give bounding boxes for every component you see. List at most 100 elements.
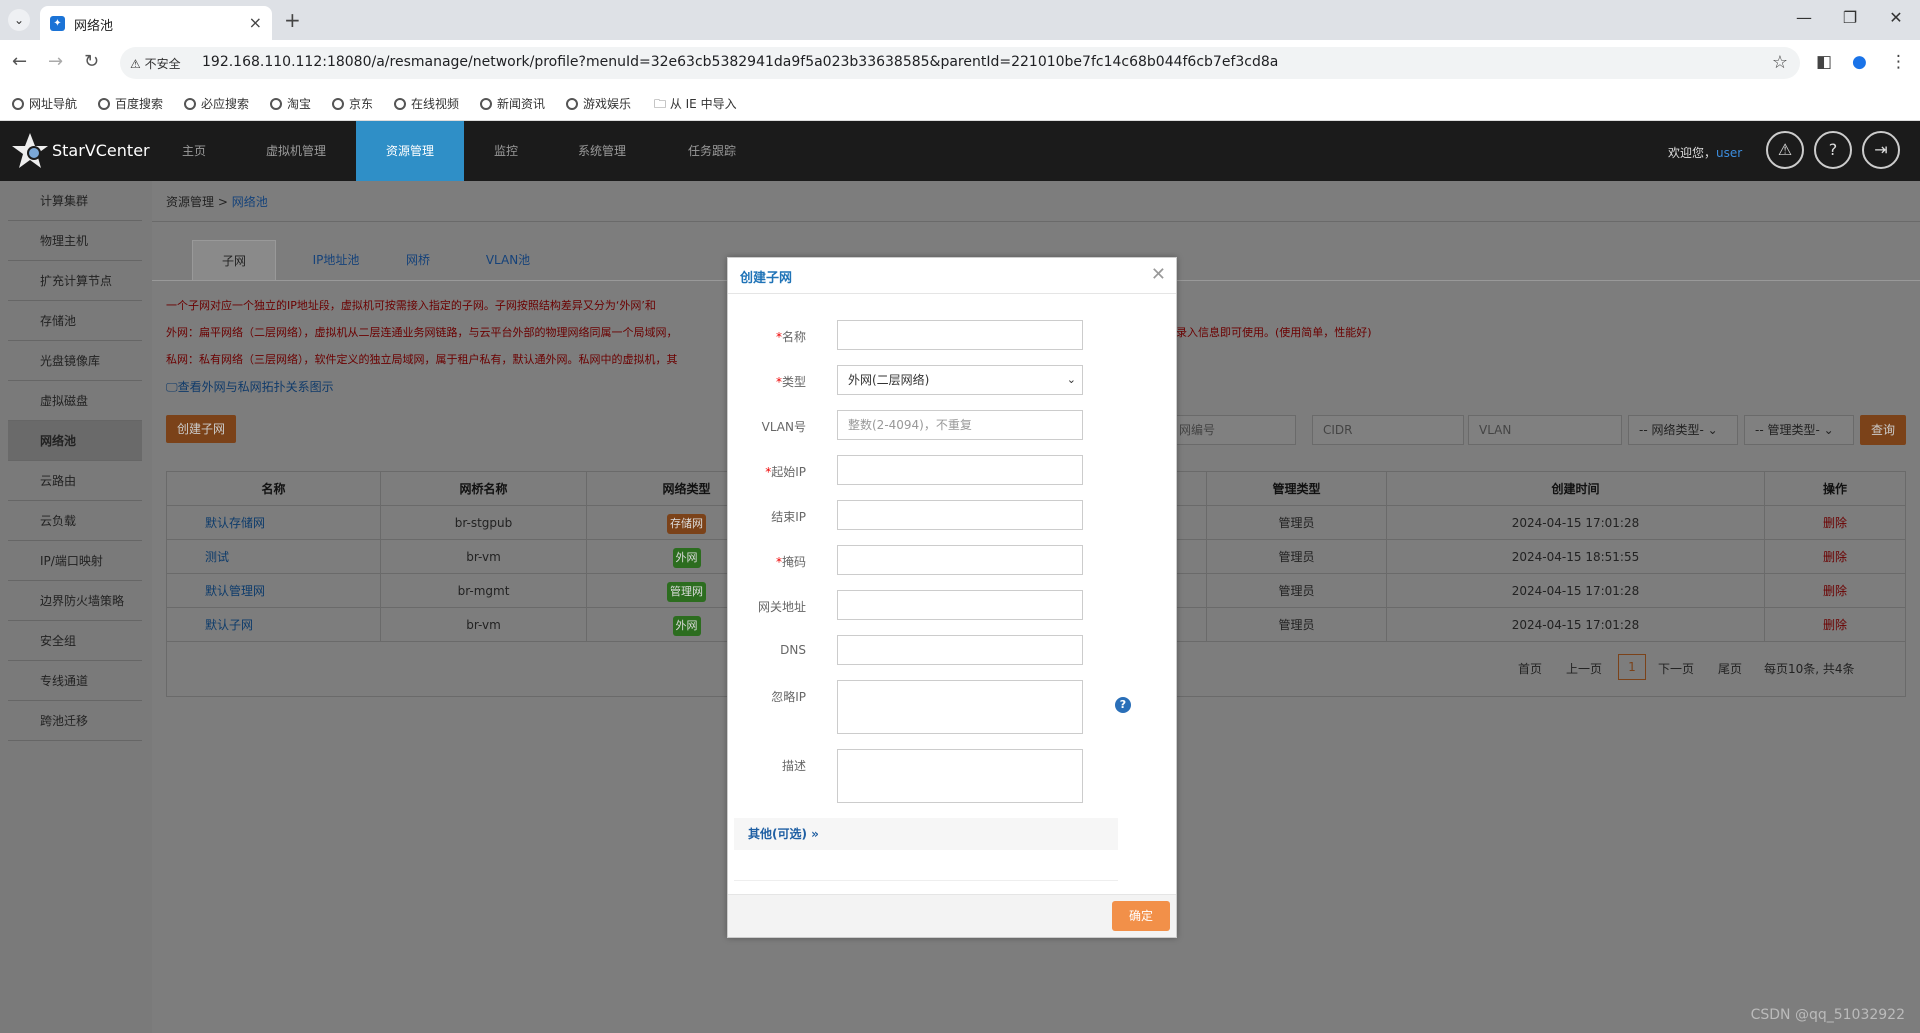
tab-ip-pool[interactable]: IP地址池 xyxy=(296,240,376,280)
tab-search-chevron-icon[interactable]: ⌄ xyxy=(8,9,30,31)
help-icon[interactable]: ? xyxy=(1115,697,1131,713)
sidebar-item-port-mapping[interactable]: IP/端口映射 xyxy=(8,541,142,581)
close-icon[interactable]: ✕ xyxy=(1151,264,1166,285)
nav-home[interactable]: 主页 xyxy=(170,121,218,181)
nav-task-tracking[interactable]: 任务跟踪 xyxy=(680,121,744,181)
start-ip-field[interactable] xyxy=(837,455,1083,485)
dns-field[interactable] xyxy=(837,635,1083,665)
nav-resource-management[interactable]: 资源管理 xyxy=(356,121,464,181)
sidebar-item-network-pool[interactable]: 网络池 xyxy=(8,421,142,461)
sidebar-item-compute-node[interactable]: 扩充计算节点 xyxy=(8,261,142,301)
alert-icon[interactable]: ⚠ xyxy=(1766,131,1804,169)
restore-icon[interactable]: ❐ xyxy=(1830,8,1870,27)
bookmarks-bar: 网址导航 百度搜索 必应搜索 淘宝 京东 在线视频 新闻资讯 游戏娱乐 🗀 从 … xyxy=(0,85,1920,121)
end-ip-field[interactable] xyxy=(837,500,1083,530)
page-next[interactable]: 下一页 xyxy=(1658,660,1694,677)
description-line: 一个子网对应一个独立的IP地址段，虚拟机可按需接入指定的子网。子网按照结构差异又… xyxy=(166,299,656,312)
window-close-icon[interactable]: ✕ xyxy=(1876,8,1916,27)
gateway-field[interactable] xyxy=(837,590,1083,620)
bookmark-item[interactable]: 必应搜索 xyxy=(184,95,249,112)
page-prev[interactable]: 上一页 xyxy=(1566,660,1602,677)
breadcrumb-parent[interactable]: 资源管理 xyxy=(166,195,214,209)
mgmt-type-select[interactable]: -- 管理类型- ⌄ xyxy=(1744,415,1854,445)
side-panel-icon[interactable]: ◧ xyxy=(1816,52,1832,72)
bookmark-folder[interactable]: 🗀 从 IE 中导入 xyxy=(654,95,737,116)
sidebar-item-dedicated-line[interactable]: 专线通道 xyxy=(8,661,142,701)
confirm-button[interactable]: 确定 xyxy=(1112,901,1170,931)
nav-vm-management[interactable]: 虚拟机管理 xyxy=(258,121,334,181)
nav-monitor[interactable]: 监控 xyxy=(488,121,524,181)
type-select[interactable]: 外网(二层网络) ⌄ xyxy=(837,365,1083,395)
sidebar-item-cross-pool-migration[interactable]: 跨池迁移 xyxy=(8,701,142,741)
double-chevron-down-icon: » xyxy=(811,827,819,841)
bookmark-item[interactable]: 淘宝 xyxy=(270,95,311,112)
page-first[interactable]: 首页 xyxy=(1518,660,1542,677)
create-subnet-button[interactable]: 创建子网 xyxy=(166,415,236,443)
bookmark-item[interactable]: 京东 xyxy=(332,95,373,112)
page-last[interactable]: 尾页 xyxy=(1718,660,1742,677)
sidebar-item-physical-host[interactable]: 物理主机 xyxy=(8,221,142,261)
sidebar-item-compute-cluster[interactable]: 计算集群 xyxy=(8,181,142,221)
filter-net-number-input[interactable]: 网编号 xyxy=(1168,415,1296,445)
sidebar-item-cloud-router[interactable]: 云路由 xyxy=(8,461,142,501)
browser-menu-icon[interactable]: ⋮ xyxy=(1890,52,1907,72)
query-button[interactable]: 查询 xyxy=(1860,415,1906,445)
mask-field[interactable] xyxy=(837,545,1083,575)
sidebar-item-firewall[interactable]: 边界防火墙策略 xyxy=(8,581,142,621)
subnet-name-link[interactable]: 测试 xyxy=(167,540,381,574)
globe-icon xyxy=(332,98,344,110)
page-current[interactable]: 1 xyxy=(1618,654,1646,680)
description-textarea[interactable] xyxy=(837,749,1083,803)
subnet-name-link[interactable]: 默认子网 xyxy=(167,608,381,642)
url-text[interactable]: 192.168.110.112:18080/a/resmanage/networ… xyxy=(202,54,1278,70)
nav-system-management[interactable]: 系统管理 xyxy=(570,121,634,181)
delete-link[interactable]: 删除 xyxy=(1765,506,1905,540)
delete-link[interactable]: 删除 xyxy=(1765,574,1905,608)
security-indicator[interactable]: ⚠ 不安全 xyxy=(130,55,181,72)
net-type-select[interactable]: -- 网络类型- ⌄ xyxy=(1628,415,1738,445)
tab-bridge[interactable]: 网桥 xyxy=(388,240,448,280)
close-tab-icon[interactable]: × xyxy=(249,13,262,32)
ignore-ip-textarea[interactable] xyxy=(837,680,1083,734)
sidebar-item-virtual-disk[interactable]: 虚拟磁盘 xyxy=(8,381,142,421)
page-summary: 每页10条, 共4条 xyxy=(1764,662,1855,676)
bookmark-item[interactable]: 游戏娱乐 xyxy=(566,95,631,112)
time-cell: 2024-04-15 17:01:28 xyxy=(1387,574,1765,608)
sidebar-item-storage-pool[interactable]: 存储池 xyxy=(8,301,142,341)
subnet-name-link[interactable]: 默认存储网 xyxy=(167,506,381,540)
bookmark-item[interactable]: 在线视频 xyxy=(394,95,459,112)
profile-avatar-icon[interactable]: ● xyxy=(1852,52,1867,72)
omnibox[interactable]: ⚠ 不安全 192.168.110.112:18080/a/resmanage/… xyxy=(120,47,1800,79)
subnet-name-link[interactable]: 默认管理网 xyxy=(167,574,381,608)
dialog-footer: 确定 xyxy=(728,894,1176,937)
bookmark-star-icon[interactable]: ☆ xyxy=(1772,52,1788,73)
delete-link[interactable]: 删除 xyxy=(1765,608,1905,642)
bookmark-item[interactable]: 网址导航 xyxy=(12,95,77,112)
reload-icon[interactable]: ↻ xyxy=(84,51,99,72)
sidebar-item-security-group[interactable]: 安全组 xyxy=(8,621,142,661)
delete-link[interactable]: 删除 xyxy=(1765,540,1905,574)
username-link[interactable]: user xyxy=(1716,146,1742,160)
gateway-label: 网关地址 xyxy=(757,600,806,614)
logout-icon[interactable]: ⇥ xyxy=(1862,131,1900,169)
sidebar-item-cloud-lb[interactable]: 云负载 xyxy=(8,501,142,541)
time-cell: 2024-04-15 18:51:55 xyxy=(1387,540,1765,574)
back-icon[interactable]: ← xyxy=(12,51,27,72)
minimize-icon[interactable]: — xyxy=(1784,8,1824,27)
topology-link[interactable]: 🖵查看外网与私网拓扑关系图示 xyxy=(166,378,334,395)
globe-icon xyxy=(270,98,282,110)
other-optional-toggle[interactable]: 其他(可选) » xyxy=(734,818,1118,850)
help-icon[interactable]: ? xyxy=(1814,131,1852,169)
tab-vlan-pool[interactable]: VLAN池 xyxy=(468,240,548,280)
filter-cidr-input[interactable]: CIDR xyxy=(1312,415,1464,445)
bookmark-item[interactable]: 百度搜索 xyxy=(98,95,163,112)
sidebar-item-iso-library[interactable]: 光盘镜像库 xyxy=(8,341,142,381)
name-field[interactable] xyxy=(837,320,1083,350)
forward-icon[interactable]: → xyxy=(48,51,63,72)
new-tab-icon[interactable]: + xyxy=(284,8,301,32)
tab-subnet[interactable]: 子网 xyxy=(192,240,276,280)
bookmark-item[interactable]: 新闻资讯 xyxy=(480,95,545,112)
browser-tab[interactable]: ✦ 网络池 × xyxy=(40,6,272,40)
vlan-field[interactable]: 整数(2-4094)，不重复 xyxy=(837,410,1083,440)
filter-vlan-input[interactable]: VLAN xyxy=(1468,415,1622,445)
